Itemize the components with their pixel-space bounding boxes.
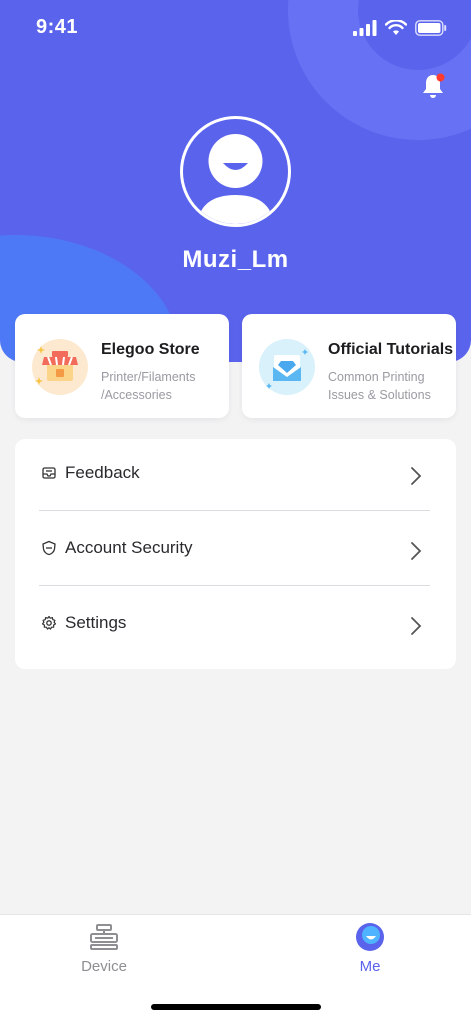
tab-me[interactable]: Me	[310, 915, 430, 985]
menu-item-label: Feedback	[65, 463, 140, 482]
tab-label: Me	[359, 958, 381, 975]
shop-icon	[32, 339, 88, 395]
menu-item-feedback[interactable]: Feedback	[15, 443, 456, 503]
menu-item-label: Account Security	[65, 538, 193, 557]
shield-icon	[42, 540, 56, 556]
cellular-signal-icon	[353, 20, 377, 36]
elegoo-store-card[interactable]: Elegoo Store Printer/Filaments /Accessor…	[15, 314, 229, 418]
menu-item-label: Settings	[65, 613, 127, 632]
tutorials-card-title: Official Tutorials	[328, 341, 454, 358]
store-card-title: Elegoo Store	[101, 341, 200, 358]
status-icons	[353, 18, 447, 38]
username: Muzi_Lm	[182, 246, 289, 273]
printer-icon	[90, 924, 118, 950]
tab-device[interactable]: Device	[44, 915, 164, 985]
status-bar: 9:41	[0, 0, 471, 54]
menu-item-settings[interactable]: Settings	[15, 593, 456, 653]
menu-item-account-security[interactable]: Account Security	[15, 518, 456, 578]
battery-icon	[415, 20, 447, 36]
avatar[interactable]	[180, 116, 291, 227]
wifi-icon	[385, 20, 407, 35]
chevron-right-icon	[411, 467, 422, 485]
official-tutorials-card[interactable]: Official Tutorials Common Printing Issue…	[242, 314, 456, 418]
notification-bell-button[interactable]	[420, 72, 446, 100]
default-avatar-icon	[197, 134, 274, 224]
store-card-subtitle: Printer/Filaments /Accessories	[101, 370, 196, 402]
feedback-icon	[42, 467, 56, 479]
chevron-right-icon	[411, 617, 422, 635]
divider	[39, 585, 430, 586]
chevron-right-icon	[411, 542, 422, 560]
mail-diamond-icon	[259, 339, 315, 395]
home-indicator	[151, 1004, 321, 1010]
status-time: 9:41	[36, 16, 79, 38]
tab-label: Device	[81, 958, 127, 975]
smile-face-icon	[356, 923, 384, 951]
divider	[39, 510, 430, 511]
bell-icon	[423, 73, 445, 98]
settings-menu: Feedback Account Security Settings	[15, 439, 456, 669]
gear-icon	[41, 615, 57, 630]
tutorials-card-subtitle: Common Printing Issues & Solutions	[328, 370, 431, 402]
